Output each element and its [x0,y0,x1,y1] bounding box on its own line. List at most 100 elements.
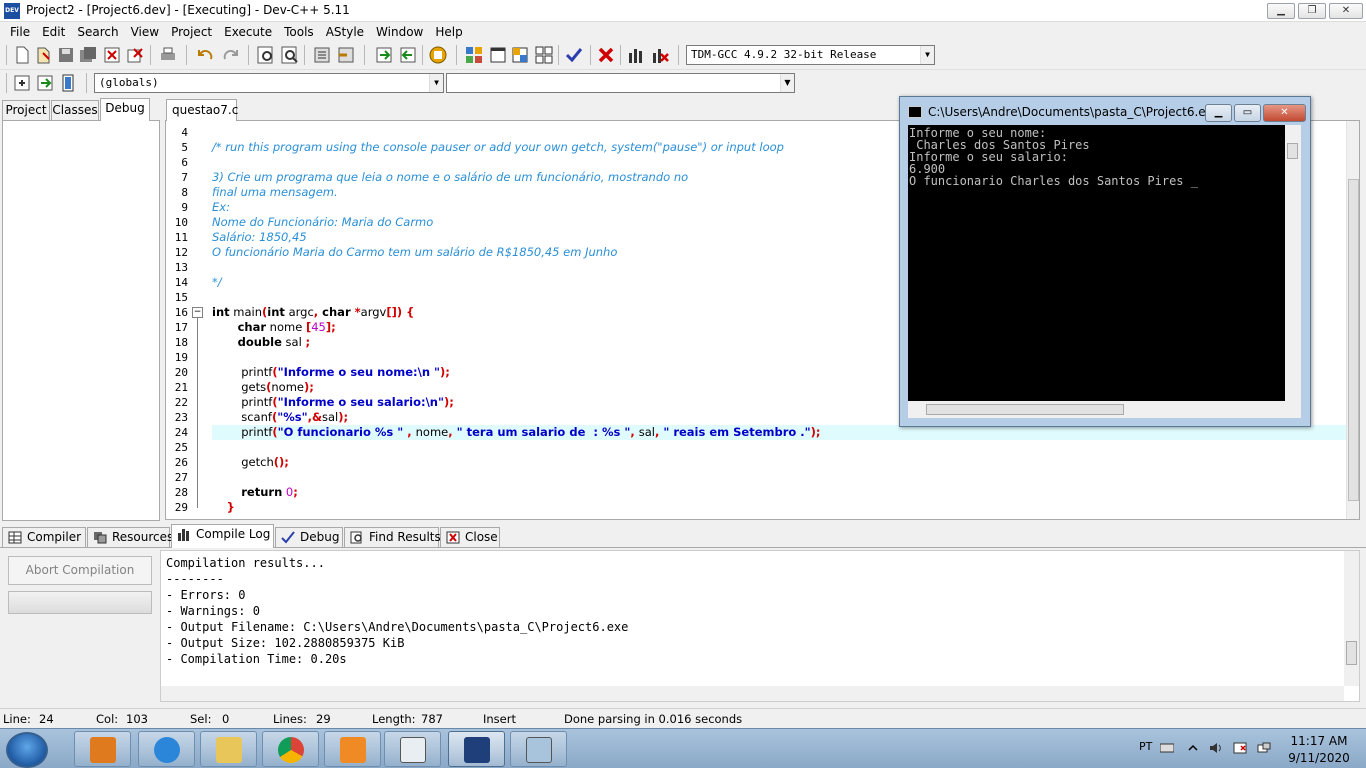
code-line[interactable]: return 0; [212,485,298,500]
console-scroll-thumb[interactable] [1287,143,1298,159]
menu-tools[interactable]: Tools [278,25,320,39]
layout-icon[interactable] [510,45,530,65]
find-icon[interactable] [256,45,276,65]
tab-debug[interactable]: Debug [100,98,150,121]
menu-file[interactable]: File [4,25,36,39]
close-all-icon[interactable] [126,45,146,65]
indent-icon[interactable] [312,45,332,65]
tab-compile-log[interactable]: Compile Log [171,524,274,548]
taskbar-file-explorer[interactable] [200,731,257,767]
compiler-select[interactable]: TDM-GCC 4.9.2 32-bit Release ▼ [686,45,935,65]
code-line[interactable]: */ [212,275,222,290]
chevron-down-icon[interactable]: ▼ [429,74,443,92]
code-line[interactable]: char nome [45]; [212,320,336,335]
taskbar-pdf-app[interactable] [324,731,381,767]
save-all-icon[interactable] [78,45,98,65]
code-line[interactable]: getch(); [212,455,289,470]
code-line[interactable]: } [212,500,235,515]
function-select[interactable]: ▼ [446,73,795,93]
menu-astyle[interactable]: AStyle [320,25,370,39]
goto-bookmark-icon[interactable] [398,45,418,65]
menu-help[interactable]: Help [429,25,468,39]
goto-bookmark-2-icon[interactable] [58,73,78,93]
chevron-down-icon[interactable]: ▼ [780,74,794,92]
insert-icon[interactable] [12,73,32,93]
fold-collapse-icon[interactable]: − [192,307,203,318]
network-icon[interactable] [1257,742,1271,754]
taskbar-media-player[interactable] [74,731,131,767]
console-window[interactable]: C:\Users\Andre\Documents\pasta_C\Project… [899,96,1311,427]
replace-icon[interactable] [280,45,300,65]
show-hidden-icons-icon[interactable] [1186,742,1200,754]
taskbar-dev-cpp[interactable] [448,731,505,767]
code-line[interactable]: 3) Crie um programa que leia o nome e o … [212,170,688,185]
code-line[interactable]: /* run this program using the console pa… [212,140,784,155]
keyboard-icon[interactable] [1160,742,1174,754]
menu-window[interactable]: Window [370,25,429,39]
code-line[interactable]: scanf("%s",&sal); [212,410,348,425]
taskbar-console[interactable] [510,731,567,767]
toggle-bookmark-icon[interactable] [35,73,55,93]
chevron-down-icon[interactable]: ▼ [920,46,934,64]
volume-icon[interactable] [1209,742,1223,754]
action-center-icon[interactable] [1233,742,1247,754]
menu-edit[interactable]: Edit [36,25,71,39]
tab-debug-bottom[interactable]: Debug [275,527,343,548]
compile-log-output[interactable]: Compilation results... -------- - Errors… [160,550,1360,702]
editor-scroll-thumb[interactable] [1348,179,1359,501]
log-scroll-thumb[interactable] [1346,641,1357,665]
undo-icon[interactable] [196,45,216,65]
open-file-icon[interactable] [34,45,54,65]
tab-find-results[interactable]: Find Results [344,527,441,548]
syntax-check-icon[interactable] [564,45,584,65]
editor-tab-questao7[interactable]: questao7.c [166,99,238,121]
code-line[interactable]: int main(int argc, char *argv[]) { [212,305,414,320]
taskbar-notepad[interactable] [384,731,441,767]
code-line[interactable]: final uma mensagem. [212,185,338,200]
menu-project[interactable]: Project [165,25,218,39]
log-vertical-scrollbar[interactable] [1344,551,1359,686]
tab-close[interactable]: Close [440,527,500,548]
console-close-button[interactable]: ✕ [1263,104,1306,122]
console-minimize-button[interactable]: ▁ [1205,104,1232,122]
code-line[interactable]: O funcionário Maria do Carmo tem um salá… [212,245,617,260]
taskbar-chrome[interactable] [262,731,319,767]
log-horizontal-scrollbar[interactable] [161,686,1344,701]
menu-execute[interactable]: Execute [218,25,278,39]
redo-icon[interactable] [220,45,240,65]
menu-search[interactable]: Search [71,25,124,39]
close-file-icon[interactable] [102,45,122,65]
tile-icon[interactable] [534,45,554,65]
menu-view[interactable]: View [125,25,165,39]
tab-compiler[interactable]: Compiler [2,527,86,548]
clock-time[interactable]: 11:17 AM [1284,734,1354,748]
start-button[interactable] [6,732,48,768]
compile-icon[interactable] [428,45,448,65]
save-icon[interactable] [56,45,76,65]
code-line[interactable]: Ex: [212,200,230,215]
new-file-icon[interactable] [12,45,32,65]
delete-profile-icon[interactable] [650,45,670,65]
close-button[interactable]: ✕ [1329,3,1363,19]
stop-execution-icon[interactable] [596,45,616,65]
code-line[interactable]: printf("O funcionario %s " , nome, " ter… [212,425,820,440]
console-hscroll-thumb[interactable] [926,404,1124,415]
profile-icon[interactable] [626,45,646,65]
scope-select[interactable]: (globals) ▼ [94,73,444,93]
console-maximize-button[interactable]: ▭ [1234,104,1261,122]
console-horizontal-scrollbar[interactable] [908,401,1301,418]
code-line[interactable]: printf("Informe o seu salario:\n"); [212,395,454,410]
console-output[interactable]: Informe o seu nome: Charles dos Santos P… [908,125,1285,401]
maximize-button[interactable]: ❐ [1298,3,1326,19]
tab-resources[interactable]: Resources [87,527,173,548]
print-icon[interactable] [158,45,178,65]
window-icon[interactable] [488,45,508,65]
console-vertical-scrollbar[interactable] [1285,125,1301,401]
unindent-icon[interactable] [336,45,356,65]
code-line[interactable]: gets(nome); [212,380,314,395]
code-line[interactable]: double sal ; [212,335,310,350]
minimize-button[interactable]: ▁ [1267,3,1295,19]
language-indicator[interactable]: PT [1139,740,1152,753]
new-project-icon[interactable] [464,45,484,65]
code-line[interactable]: Nome do Funcionário: Maria do Carmo [212,215,433,230]
